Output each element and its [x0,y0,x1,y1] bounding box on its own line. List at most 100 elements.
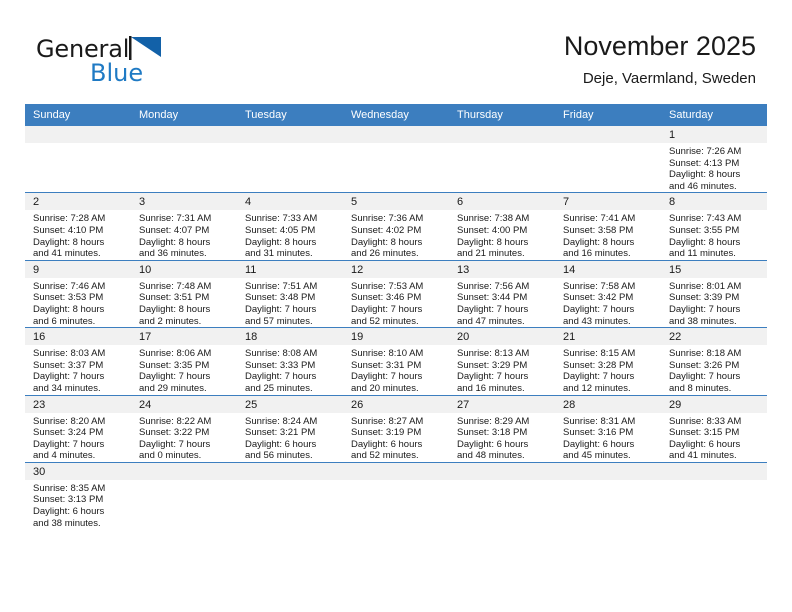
day-details: Sunrise: 8:03 AM Sunset: 3:37 PM Daylight:… [25,345,131,394]
day-number: 8 [661,193,767,211]
calendar-day-cell[interactable]: 9 Sunrise: 7:46 AM Sunset: 3:53 PM Daylight… [25,260,131,329]
day-details: Sunrise: 8:33 AM Sunset: 3:15 PM Daylight:… [661,413,767,462]
day-daylight-line1-text: Daylight: 8 hours [669,236,741,248]
day-daylight-line2-text: and 36 minutes. [139,248,207,260]
day-sunset-text: Sunset: 3:22 PM [139,427,210,439]
day-details: Sunrise: 7:51 AM Sunset: 3:48 PM Daylight:… [237,278,343,327]
day-details: Sunrise: 7:46 AM Sunset: 3:53 PM Daylight:… [25,278,131,327]
day-number: 3 [131,193,237,211]
calendar-day-cell[interactable]: 25 Sunrise: 8:24 AM Sunset: 3:21 PM Dayligh… [237,395,343,463]
day-daylight-line2-text: and 45 minutes. [563,450,631,462]
calendar-week-row: 16 Sunrise: 8:03 AM Sunset: 3:37 PM Dayligh… [25,327,767,396]
day-daylight-line2-text: and 20 minutes. [351,382,419,394]
calendar-day-cell[interactable]: 6 Sunrise: 7:38 AM Sunset: 4:00 PM Daylight… [449,192,555,261]
day-details: Sunrise: 7:41 AM Sunset: 3:58 PM Daylight:… [555,210,661,259]
calendar-day-cell-empty [131,462,237,530]
day-details: Sunrise: 8:18 AM Sunset: 3:26 PM Daylight:… [661,345,767,394]
day-daylight-line2-text: and 21 minutes. [457,248,525,260]
day-sunrise-text: Sunrise: 8:15 AM [563,348,636,360]
calendar-day-cell[interactable]: 2 Sunrise: 7:28 AM Sunset: 4:10 PM Daylight… [25,192,131,261]
day-number: 16 [25,328,131,346]
calendar-day-cell[interactable]: 8 Sunrise: 7:43 AM Sunset: 3:55 PM Daylight… [661,192,767,261]
day-daylight-line1-text: Daylight: 8 hours [245,236,317,248]
day-sunset-text: Sunset: 4:05 PM [245,224,316,236]
calendar-day-cell[interactable]: 30 Sunrise: 8:35 AM Sunset: 3:13 PM Dayligh… [25,462,131,530]
calendar-day-cell[interactable]: 3 Sunrise: 7:31 AM Sunset: 4:07 PM Daylight… [131,192,237,261]
calendar-day-cell[interactable]: 12 Sunrise: 7:53 AM Sunset: 3:46 PM Dayligh… [343,260,449,329]
day-daylight-line1-text: Daylight: 8 hours [457,236,529,248]
day-number [449,126,555,143]
day-daylight-line1-text: Daylight: 7 hours [351,371,423,383]
day-number: 23 [25,395,131,413]
brand-logo[interactable]: General Blue [36,36,216,92]
calendar-day-cell[interactable]: 22 Sunrise: 8:18 AM Sunset: 3:26 PM Dayligh… [661,327,767,396]
calendar-day-cell[interactable]: 24 Sunrise: 8:22 AM Sunset: 3:22 PM Dayligh… [131,395,237,463]
calendar-day-cell[interactable]: 17 Sunrise: 8:06 AM Sunset: 3:35 PM Dayligh… [131,327,237,396]
calendar-day-cell[interactable]: 7 Sunrise: 7:41 AM Sunset: 3:58 PM Daylight… [555,192,661,261]
day-number: 28 [555,395,661,413]
day-sunrise-text: Sunrise: 7:36 AM [351,213,424,225]
day-daylight-line1-text: Daylight: 7 hours [563,303,635,315]
calendar-day-cell[interactable]: 20 Sunrise: 8:13 AM Sunset: 3:29 PM Dayligh… [449,327,555,396]
day-number: 7 [555,193,661,211]
day-daylight-line2-text: and 41 minutes. [33,248,101,260]
day-sunrise-text: Sunrise: 8:03 AM [33,348,106,360]
calendar-week-row: 1 Sunrise: 7:26 AM Sunset: 4:13 PM Daylight… [25,126,767,194]
calendar-day-cell-empty [25,126,131,194]
calendar-day-cell-empty [343,462,449,530]
calendar-day-cell[interactable]: 5 Sunrise: 7:36 AM Sunset: 4:02 PM Daylight… [343,192,449,261]
calendar-page: General Blue November 2025 Deje, Vaermla… [0,0,792,612]
day-daylight-line2-text: and 8 minutes. [669,382,732,394]
calendar-day-cell[interactable]: 15 Sunrise: 8:01 AM Sunset: 3:39 PM Dayligh… [661,260,767,329]
calendar-day-cell[interactable]: 1 Sunrise: 7:26 AM Sunset: 4:13 PM Daylight… [661,126,767,194]
day-number: 17 [131,328,237,346]
day-daylight-line2-text: and 4 minutes. [33,450,96,462]
calendar-day-cell[interactable]: 29 Sunrise: 8:33 AM Sunset: 3:15 PM Dayligh… [661,395,767,463]
day-sunrise-text: Sunrise: 7:43 AM [669,213,742,225]
day-daylight-line1-text: Daylight: 6 hours [457,438,529,450]
weekday-header-sunday: Sunday [25,104,131,126]
day-details: Sunrise: 7:53 AM Sunset: 3:46 PM Daylight:… [343,278,449,327]
calendar-day-cell[interactable]: 14 Sunrise: 7:58 AM Sunset: 3:42 PM Dayligh… [555,260,661,329]
day-sunrise-text: Sunrise: 7:33 AM [245,213,318,225]
day-details: Sunrise: 7:43 AM Sunset: 3:55 PM Daylight:… [661,210,767,259]
calendar-day-cell[interactable]: 10 Sunrise: 7:48 AM Sunset: 3:51 PM Dayligh… [131,260,237,329]
day-daylight-line1-text: Daylight: 8 hours [33,236,105,248]
weekday-header-thursday: Thursday [449,104,555,126]
day-daylight-line1-text: Daylight: 7 hours [139,438,211,450]
calendar-week-row: 9 Sunrise: 7:46 AM Sunset: 3:53 PM Daylight… [25,260,767,329]
day-daylight-line1-text: Daylight: 6 hours [563,438,635,450]
day-number [25,126,131,143]
day-sunset-text: Sunset: 4:07 PM [139,224,210,236]
calendar-day-cell[interactable]: 13 Sunrise: 7:56 AM Sunset: 3:44 PM Dayligh… [449,260,555,329]
calendar-day-cell[interactable]: 16 Sunrise: 8:03 AM Sunset: 3:37 PM Dayligh… [25,327,131,396]
day-details: Sunrise: 7:58 AM Sunset: 3:42 PM Daylight:… [555,278,661,327]
calendar-day-cell[interactable]: 21 Sunrise: 8:15 AM Sunset: 3:28 PM Dayligh… [555,327,661,396]
calendar-day-cell[interactable]: 19 Sunrise: 8:10 AM Sunset: 3:31 PM Dayligh… [343,327,449,396]
day-sunset-text: Sunset: 3:31 PM [351,359,422,371]
day-sunset-text: Sunset: 3:53 PM [33,292,104,304]
day-daylight-line2-text: and 26 minutes. [351,248,419,260]
calendar-day-cell[interactable]: 4 Sunrise: 7:33 AM Sunset: 4:05 PM Daylight… [237,192,343,261]
day-number: 6 [449,193,555,211]
day-details: Sunrise: 8:10 AM Sunset: 3:31 PM Daylight:… [343,345,449,394]
day-daylight-line1-text: Daylight: 8 hours [351,236,423,248]
calendar-day-cell[interactable]: 28 Sunrise: 8:31 AM Sunset: 3:16 PM Dayligh… [555,395,661,463]
blue-triangle-flag-icon [129,36,162,60]
calendar-header-row: Sunday Monday Tuesday Wednesday Thursday… [25,104,767,126]
day-daylight-line2-text: and 38 minutes. [669,315,737,327]
day-details: Sunrise: 8:35 AM Sunset: 3:13 PM Daylight:… [25,480,131,529]
weekday-header-tuesday: Tuesday [237,104,343,126]
weekday-header-wednesday: Wednesday [343,104,449,126]
calendar-day-cell[interactable]: 27 Sunrise: 8:29 AM Sunset: 3:18 PM Dayligh… [449,395,555,463]
day-sunset-text: Sunset: 3:42 PM [563,292,634,304]
day-daylight-line1-text: Daylight: 8 hours [563,236,635,248]
day-sunset-text: Sunset: 3:28 PM [563,359,634,371]
calendar-day-cell[interactable]: 26 Sunrise: 8:27 AM Sunset: 3:19 PM Dayligh… [343,395,449,463]
calendar-day-cell[interactable]: 11 Sunrise: 7:51 AM Sunset: 3:48 PM Dayligh… [237,260,343,329]
day-sunset-text: Sunset: 4:13 PM [669,157,740,169]
weekday-header-friday: Friday [555,104,661,126]
calendar-day-cell[interactable]: 23 Sunrise: 8:20 AM Sunset: 3:24 PM Dayligh… [25,395,131,463]
calendar-week-row: 23 Sunrise: 8:20 AM Sunset: 3:24 PM Dayligh… [25,395,767,463]
calendar-day-cell[interactable]: 18 Sunrise: 8:08 AM Sunset: 3:33 PM Dayligh… [237,327,343,396]
